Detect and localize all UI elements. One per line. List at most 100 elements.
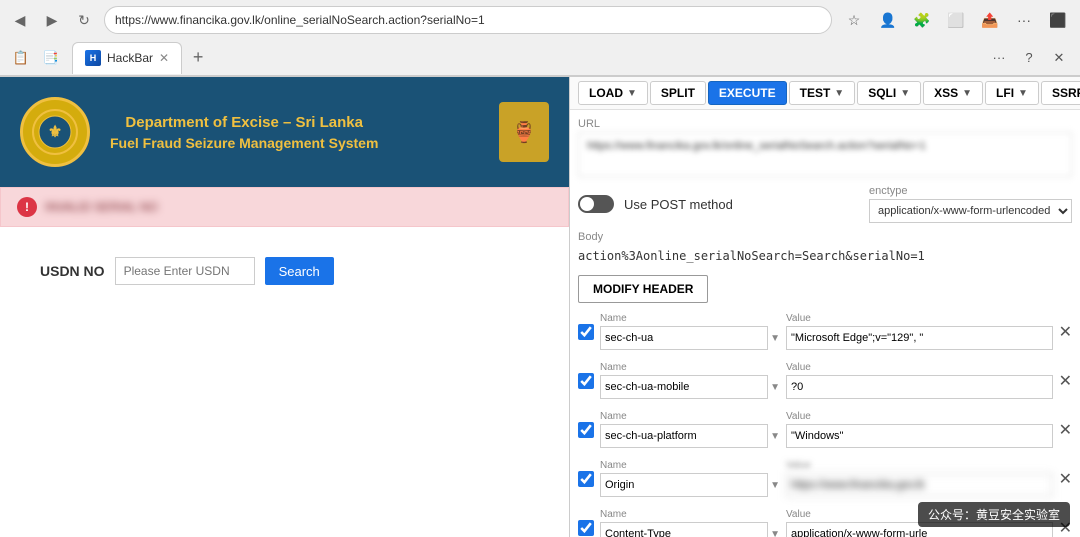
- sec-ch-ua-delete[interactable]: ✕: [1059, 322, 1072, 342]
- back-button[interactable]: ◀: [8, 8, 32, 32]
- sec-ch-ua-mobile-value-label: Value: [786, 362, 1053, 373]
- sec-ch-ua-mobile-name-col: Name ▼: [600, 362, 780, 399]
- sec-ch-ua-mobile-checkbox[interactable]: [578, 373, 594, 389]
- url-value[interactable]: https://www.financika.gov.lk/online_seri…: [578, 132, 1072, 177]
- error-icon: !: [17, 197, 37, 217]
- hackbar-tab-icon: H: [85, 50, 101, 66]
- header-row-sec-ch-ua-mobile: Name ▼ Value ✕: [578, 362, 1072, 405]
- sec-ch-ua-checkbox[interactable]: [578, 324, 594, 340]
- load-button[interactable]: LOAD ▼: [578, 81, 648, 105]
- header-row-origin: Name ▼ Value ✕: [578, 460, 1072, 503]
- sec-ch-ua-platform-checkbox[interactable]: [578, 422, 594, 438]
- error-text: INVALID SERIAL NO: [45, 200, 158, 214]
- test-button[interactable]: TEST ▼: [789, 81, 856, 105]
- forward-button[interactable]: ▶: [40, 8, 64, 32]
- sec-ch-ua-platform-value-col: Value: [786, 411, 1053, 448]
- help-button[interactable]: ?: [1016, 45, 1042, 71]
- tab-icon-1[interactable]: 📋: [8, 45, 34, 71]
- refresh-button[interactable]: ↻: [72, 8, 96, 32]
- content-type-name-col: Name ▼: [600, 509, 780, 537]
- post-method-row: Use POST method enctype application/x-ww…: [578, 185, 1072, 223]
- xss-dropdown-icon: ▼: [962, 88, 972, 99]
- more-button[interactable]: ···: [1010, 6, 1038, 34]
- sec-ch-ua-platform-name-label: Name: [600, 411, 780, 422]
- sec-ch-ua-mobile-value-input[interactable]: [786, 375, 1053, 399]
- usdn-input[interactable]: [115, 257, 255, 285]
- site-header-text: Department of Excise – Sri Lanka Fuel Fr…: [110, 114, 378, 151]
- url-label: URL: [578, 118, 1072, 130]
- content-type-name-input[interactable]: [600, 522, 768, 537]
- hackbar-tab-close[interactable]: ✕: [159, 51, 169, 65]
- address-text: https://www.financika.gov.lk/online_seri…: [115, 13, 821, 27]
- close-window-button[interactable]: ✕: [1046, 45, 1072, 71]
- origin-value-input[interactable]: [786, 473, 1053, 497]
- tab-icon-2[interactable]: 📑: [38, 45, 64, 71]
- hackbar-panel: LOAD ▼ SPLIT EXECUTE TEST ▼ SQLI ▼ XSS ▼: [570, 77, 1080, 537]
- origin-dropdown[interactable]: ▼: [770, 480, 780, 491]
- content-type-checkbox[interactable]: [578, 520, 594, 536]
- tab-bar: 📋 📑 H HackBar ✕ + ··· ? ✕: [0, 40, 1080, 76]
- origin-name-label: Name: [600, 460, 780, 471]
- hackbar-tab-label: HackBar: [107, 51, 153, 65]
- origin-delete[interactable]: ✕: [1059, 469, 1072, 489]
- extensions-button[interactable]: 🧩: [908, 6, 936, 34]
- origin-name-input[interactable]: [600, 473, 768, 497]
- error-bar: ! INVALID SERIAL NO: [0, 187, 569, 227]
- lfi-label: LFI: [996, 86, 1014, 100]
- sec-ch-ua-platform-name-input[interactable]: [600, 424, 768, 448]
- origin-value-label: Value: [786, 460, 1053, 471]
- enctype-select[interactable]: application/x-www-form-urlencoded multip…: [869, 199, 1072, 223]
- sec-ch-ua-mobile-name-input[interactable]: [600, 375, 768, 399]
- url-section: URL https://www.financika.gov.lk/online_…: [578, 118, 1072, 177]
- sec-ch-ua-platform-dropdown[interactable]: ▼: [770, 431, 780, 442]
- tab-icons-left: 📋 📑: [8, 45, 64, 71]
- sec-ch-ua-dropdown[interactable]: ▼: [770, 333, 780, 344]
- address-bar[interactable]: https://www.financika.gov.lk/online_seri…: [104, 6, 832, 34]
- share-button[interactable]: 📤: [976, 6, 1004, 34]
- hackbar-tab[interactable]: H HackBar ✕: [72, 42, 182, 74]
- browser-chrome: ◀ ▶ ↻ https://www.financika.gov.lk/onlin…: [0, 0, 1080, 77]
- body-value[interactable]: action%3Aonline_serialNoSearch=Search&se…: [578, 245, 1072, 267]
- enctype-group: enctype application/x-www-form-urlencode…: [869, 185, 1072, 223]
- toolbar-actions: ☆ 👤 🧩 ⬜ 📤 ··· ⬛: [840, 6, 1072, 34]
- search-section: USDN NO Search: [0, 227, 569, 315]
- sidebar-button[interactable]: ⬛: [1044, 6, 1072, 34]
- search-button[interactable]: Search: [265, 257, 334, 285]
- sec-ch-ua-mobile-delete[interactable]: ✕: [1059, 371, 1072, 391]
- execute-button[interactable]: EXECUTE: [708, 81, 787, 105]
- sec-ch-ua-platform-value-label: Value: [786, 411, 1053, 422]
- origin-value-col: Value: [786, 460, 1053, 497]
- collections-button[interactable]: ⬜: [942, 6, 970, 34]
- sec-ch-ua-name-input[interactable]: [600, 326, 768, 350]
- lfi-dropdown-icon: ▼: [1018, 88, 1028, 99]
- ssrf-button[interactable]: SSRF ▼: [1041, 81, 1080, 105]
- execute-label: EXECUTE: [719, 86, 776, 100]
- header-row-sec-ch-ua: Name ▼ Value ✕: [578, 313, 1072, 356]
- body-section: Body action%3Aonline_serialNoSearch=Sear…: [578, 231, 1072, 267]
- new-tab-button[interactable]: +: [184, 44, 212, 72]
- split-button[interactable]: SPLIT: [650, 81, 706, 105]
- sec-ch-ua-platform-value-input[interactable]: [786, 424, 1053, 448]
- sqli-button[interactable]: SQLI ▼: [857, 81, 921, 105]
- profile-button[interactable]: 👤: [874, 6, 902, 34]
- post-method-toggle[interactable]: [578, 195, 614, 213]
- modify-header-button[interactable]: MODIFY HEADER: [578, 275, 708, 303]
- content-type-dropdown[interactable]: ▼: [770, 529, 780, 537]
- bookmark-button[interactable]: ☆: [840, 6, 868, 34]
- sec-ch-ua-name-col: Name ▼: [600, 313, 780, 350]
- origin-checkbox[interactable]: [578, 471, 594, 487]
- browser-toolbar: ◀ ▶ ↻ https://www.financika.gov.lk/onlin…: [0, 0, 1080, 40]
- sec-ch-ua-value-input[interactable]: [786, 326, 1053, 350]
- usdn-label: USDN NO: [40, 263, 105, 279]
- ssrf-label: SSRF: [1052, 86, 1080, 100]
- toggle-knob: [580, 197, 594, 211]
- tab-settings-button[interactable]: ···: [986, 45, 1012, 71]
- sec-ch-ua-platform-delete[interactable]: ✕: [1059, 420, 1072, 440]
- watermark: 公众号：黄豆安全实验室: [918, 502, 1070, 527]
- lfi-button[interactable]: LFI ▼: [985, 81, 1039, 105]
- sec-ch-ua-value-col: Value: [786, 313, 1053, 350]
- xss-button[interactable]: XSS ▼: [923, 81, 983, 105]
- split-label: SPLIT: [661, 86, 695, 100]
- sec-ch-ua-name-label: Name: [600, 313, 780, 324]
- sec-ch-ua-mobile-dropdown[interactable]: ▼: [770, 382, 780, 393]
